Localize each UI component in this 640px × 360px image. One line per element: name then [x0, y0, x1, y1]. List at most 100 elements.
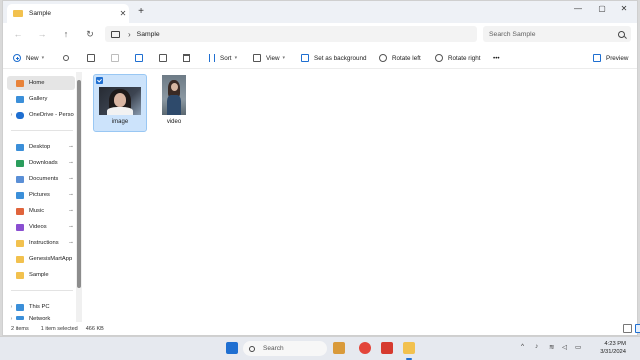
gallery-icon: [16, 95, 24, 103]
sidebar-item-label: Downloads: [29, 160, 58, 166]
sort-button[interactable]: Sort ▾: [209, 51, 237, 65]
sidebar-scrollbar-thumb[interactable]: [77, 80, 81, 288]
maximize-button[interactable]: ▢: [595, 4, 609, 13]
sidebar-item-label: OneDrive - Perso: [29, 112, 74, 118]
clock-time: 4:23 PM: [604, 341, 626, 347]
divider: [11, 130, 73, 131]
checkbox-checked-icon[interactable]: [96, 77, 103, 84]
sidebar-item-music[interactable]: Music ⊸: [7, 204, 75, 218]
chrome-icon[interactable]: [359, 342, 371, 354]
sidebar-item-label: This PC: [29, 304, 50, 310]
chevron-down-icon: ▾: [41, 55, 45, 61]
up-button[interactable]: ↑: [59, 27, 73, 41]
share-button[interactable]: [159, 51, 172, 65]
rotate-left-label: Rotate left: [392, 54, 421, 62]
microphone-icon[interactable]: ♪: [535, 343, 538, 350]
clock[interactable]: 4:23 PM 3/31/2024: [586, 340, 626, 356]
tiles-view-button[interactable]: [635, 324, 640, 333]
sort-icon: [209, 54, 215, 62]
sidebar-item-onedrive[interactable]: › OneDrive - Perso: [7, 108, 75, 122]
rotate-right-icon: [435, 54, 443, 62]
plus-icon: [13, 54, 21, 62]
chevron-down-icon: ▾: [234, 55, 238, 61]
app-icon[interactable]: [381, 342, 393, 354]
documents-icon: [16, 175, 24, 183]
minimize-button[interactable]: —: [571, 4, 585, 13]
search-input[interactable]: Search Sample: [483, 26, 631, 42]
file-explorer-icon[interactable]: [403, 342, 415, 354]
taskbar: Search ^ ♪ ≋ ◁ ▭ 4:23 PM 3/31/2024: [0, 336, 640, 360]
store-icon[interactable]: [333, 342, 345, 354]
cloud-icon: [16, 111, 24, 119]
sidebar-item-instructions[interactable]: Instructions ⊸: [7, 236, 75, 250]
scissors-icon: [63, 55, 69, 61]
file-item-image[interactable]: image: [93, 74, 147, 132]
new-tab-button[interactable]: +: [135, 6, 147, 17]
clock-date: 3/31/2024: [600, 349, 626, 355]
set-background-button[interactable]: Set as background: [301, 51, 367, 65]
rotate-right-label: Rotate right: [448, 54, 481, 62]
view-label: View: [266, 54, 280, 62]
rename-button[interactable]: [135, 51, 148, 65]
breadcrumb[interactable]: Sample: [137, 31, 160, 38]
title-bar: Sample ✕ + — ▢ ✕: [3, 1, 637, 23]
close-window-button[interactable]: ✕: [617, 4, 631, 13]
selection-size: 466 KB: [85, 325, 104, 332]
chevron-right-icon[interactable]: ›: [7, 112, 16, 118]
downloads-icon: [16, 159, 24, 167]
sidebar-item-label: Documents: [29, 176, 59, 182]
close-tab-icon[interactable]: ✕: [117, 9, 129, 18]
pin-icon: ⊸: [68, 144, 73, 150]
sidebar-item-desktop[interactable]: Desktop ⊸: [7, 140, 75, 154]
forward-button[interactable]: →: [35, 27, 49, 41]
video-thumbnail: [162, 75, 186, 115]
item-count: 2 items: [11, 325, 29, 332]
pictures-icon: [16, 191, 24, 199]
sidebar-item-sample[interactable]: Sample: [7, 268, 75, 282]
sidebar-item-gallery[interactable]: Gallery: [7, 92, 75, 106]
sidebar-item-videos[interactable]: Videos ⊸: [7, 220, 75, 234]
sidebar-item-this-pc[interactable]: › This PC: [7, 300, 75, 314]
rotate-right-button[interactable]: Rotate right: [435, 51, 481, 65]
sidebar-item-downloads[interactable]: Downloads ⊸: [7, 156, 75, 170]
start-icon[interactable]: [226, 342, 238, 354]
address-row: ← → ↑ ↻ › Sample Search Sample: [3, 23, 637, 45]
file-item-video[interactable]: video: [147, 74, 201, 132]
address-bar[interactable]: › Sample: [105, 26, 477, 42]
search-placeholder: Search Sample: [489, 30, 536, 38]
chevron-right-icon[interactable]: ›: [7, 304, 16, 310]
file-list: image video: [85, 70, 637, 322]
new-button[interactable]: New ▾: [13, 51, 44, 65]
more-options-button[interactable]: •••: [493, 51, 500, 65]
sidebar-item-home[interactable]: Home: [7, 76, 75, 90]
sidebar-item-label: Pictures: [29, 192, 50, 198]
rotate-left-button[interactable]: Rotate left: [379, 51, 421, 65]
delete-button[interactable]: [183, 51, 195, 65]
view-icon: [253, 54, 261, 62]
refresh-button[interactable]: ↻: [83, 27, 97, 41]
view-button[interactable]: View ▾: [253, 51, 285, 65]
chevron-right-icon[interactable]: ›: [128, 30, 131, 39]
paste-button[interactable]: [111, 51, 124, 65]
selection-count: 1 item selected: [40, 325, 78, 332]
sidebar-item-pictures[interactable]: Pictures ⊸: [7, 188, 75, 202]
tab-sample[interactable]: Sample ✕: [7, 4, 129, 23]
cut-button[interactable]: [63, 51, 74, 65]
volume-icon[interactable]: ◁: [562, 343, 567, 351]
details-view-button[interactable]: [623, 324, 632, 333]
pin-icon: ⊸: [68, 224, 73, 230]
taskbar-search[interactable]: Search: [243, 341, 327, 356]
battery-icon[interactable]: ▭: [575, 343, 581, 351]
wifi-icon[interactable]: ≋: [549, 343, 554, 351]
sidebar-item-genesismartapp[interactable]: GenesisMartApp: [7, 252, 75, 266]
back-button[interactable]: ←: [11, 27, 25, 41]
monitor-icon: [111, 30, 120, 38]
copy-button[interactable]: [87, 51, 100, 65]
chevron-up-icon[interactable]: ^: [521, 343, 524, 350]
preview-icon: [593, 54, 601, 62]
folder-icon: [16, 239, 24, 247]
sidebar-item-label: Music: [29, 208, 45, 214]
preview-button[interactable]: Preview: [593, 51, 628, 65]
sidebar-item-documents[interactable]: Documents ⊸: [7, 172, 75, 186]
background-icon: [301, 54, 309, 62]
